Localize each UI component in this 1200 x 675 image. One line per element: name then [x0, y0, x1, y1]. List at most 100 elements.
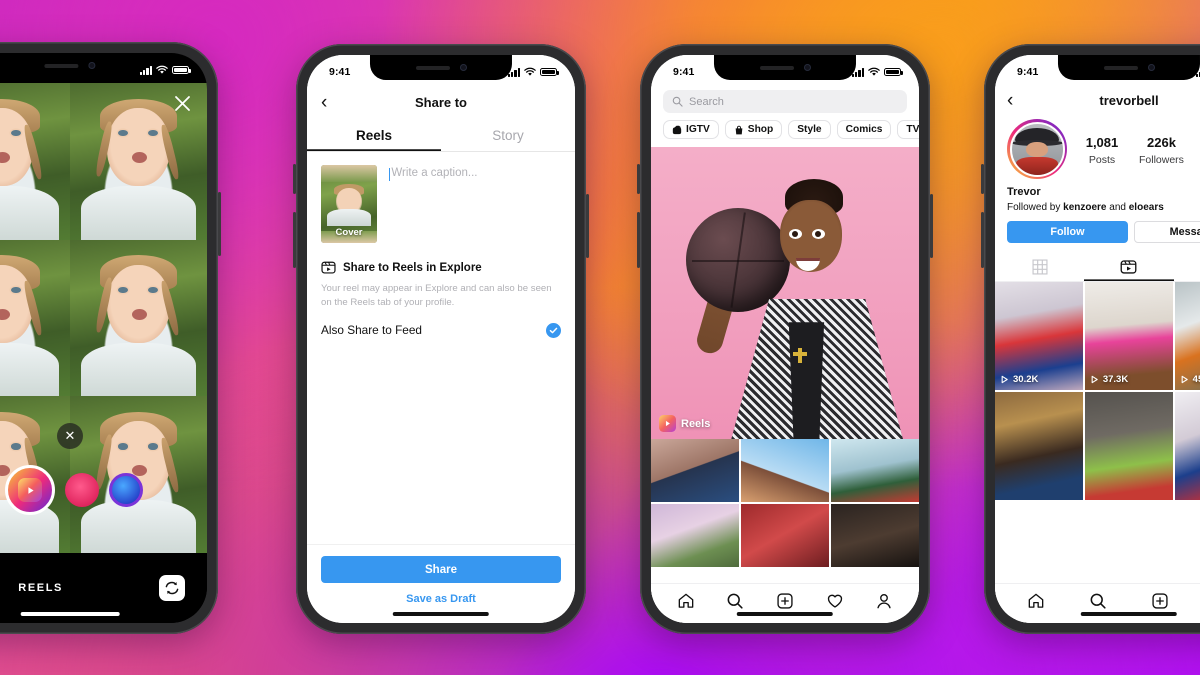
reel-item[interactable] [995, 391, 1084, 500]
category-chips[interactable]: IGTV Shop Style Comics TV [651, 113, 919, 147]
notch [369, 55, 513, 80]
grid-item[interactable] [830, 503, 919, 567]
message-button[interactable]: Message [1133, 221, 1200, 243]
home-indicator [392, 611, 490, 616]
bottom-nav[interactable] [651, 583, 919, 623]
chip-label: IGTV [686, 124, 710, 135]
tab-story[interactable]: Story [441, 119, 575, 151]
battery-icon [884, 67, 903, 77]
text-caret [389, 168, 391, 181]
reels-badge-icon [659, 415, 676, 432]
grid-item[interactable] [740, 439, 830, 502]
flip-camera-button[interactable] [159, 575, 185, 601]
reel-item[interactable]: 37.3K [1084, 282, 1174, 390]
home-indicator [1080, 611, 1178, 616]
camera-viewfinder[interactable]: x Audio Speed Effects Timer ✕ [0, 83, 207, 553]
battery-icon [172, 65, 191, 75]
explore-title: Share to Reels in Explore [343, 261, 482, 274]
stat-posts[interactable]: 1,081 Posts [1081, 135, 1123, 168]
explore-section: Share to Reels in Explore Your reel may … [307, 243, 575, 311]
checkmark-icon[interactable] [546, 322, 561, 338]
avatar[interactable] [1007, 119, 1067, 179]
search-icon [672, 96, 683, 107]
shop-bag-icon [735, 125, 743, 134]
followed-join: and [1106, 202, 1129, 213]
phone-share-to: 9:41 ‹ Share to Reels Story Cover Write … [293, 44, 589, 634]
chip-tv-and-movies[interactable]: TV & Movies [897, 120, 919, 139]
wifi-icon [156, 65, 168, 74]
reels-tag-label: Reels [681, 417, 711, 430]
grid-item[interactable] [651, 503, 740, 567]
tab-grid[interactable] [995, 252, 1084, 281]
grid-item[interactable] [740, 503, 830, 567]
grid-item[interactable] [830, 439, 919, 502]
reels-grid[interactable]: 30.2K 37.3K 45K [995, 282, 1200, 583]
profile-bio: Trevor Followed by kenzoere and eloears [995, 179, 1200, 213]
reel-item[interactable] [1174, 391, 1200, 500]
search-icon[interactable] [726, 592, 744, 610]
caption-input[interactable]: Write a caption... [389, 165, 561, 243]
create-icon[interactable] [1151, 592, 1169, 610]
stat-value: 226k [1147, 135, 1176, 150]
chip-label: Comics [845, 124, 883, 135]
status-time: 9:41 [1017, 66, 1039, 78]
tab-reels[interactable] [1084, 252, 1173, 281]
mode-reels[interactable]: REELS [18, 582, 63, 594]
featured-reel[interactable]: Reels [651, 147, 919, 439]
view-count: 30.2K [1000, 374, 1038, 385]
share-button[interactable]: Share [321, 556, 561, 583]
follow-button[interactable]: Follow [1007, 221, 1128, 243]
search-icon[interactable] [1089, 592, 1107, 610]
explore-grid[interactable] [651, 439, 919, 583]
effect-reels-selected[interactable] [5, 465, 55, 515]
search-placeholder: Search [689, 95, 724, 108]
cover-thumbnail[interactable]: Cover [321, 165, 377, 243]
create-icon[interactable] [776, 592, 794, 610]
effect-carousel[interactable] [0, 465, 207, 515]
play-icon [1091, 375, 1098, 384]
followed-user-1[interactable]: kenzoere [1063, 202, 1106, 213]
phone-explore: 9:41 Search IGTV Shop Style Comics TV Re… [637, 44, 933, 634]
home-icon[interactable] [1027, 592, 1045, 610]
chip-label: Style [797, 124, 822, 135]
play-icon [1181, 375, 1188, 384]
stat-label: Followers [1139, 154, 1184, 166]
reels-tag: Reels [659, 415, 710, 432]
grid-item[interactable] [651, 439, 740, 502]
reels-icon [1121, 260, 1137, 274]
profile-icon[interactable] [875, 592, 893, 610]
back-chevron-icon[interactable]: ‹ [321, 93, 327, 112]
wifi-icon [524, 67, 536, 76]
heart-icon[interactable] [826, 592, 844, 610]
bottom-nav[interactable] [995, 583, 1200, 623]
grid-icon [1032, 258, 1048, 275]
chip-style[interactable]: Style [788, 120, 831, 139]
phone-profile: 9:41 ‹ trevorbell 1,081 Posts 226k Follo… [981, 44, 1200, 634]
reels-outline-icon [321, 261, 336, 274]
stat-followers[interactable]: 226k Followers [1139, 135, 1184, 168]
reel-item[interactable] [1084, 391, 1174, 500]
chip-igtv[interactable]: IGTV [663, 120, 719, 139]
effect-blue[interactable] [109, 473, 143, 507]
also-share-to-feed-row[interactable]: Also Share to Feed [307, 311, 575, 338]
search-input[interactable]: Search [663, 90, 907, 113]
chip-comics[interactable]: Comics [836, 120, 892, 139]
close-icon[interactable] [174, 95, 191, 112]
profile-username: trevorbell [1099, 92, 1159, 108]
home-icon[interactable] [677, 592, 695, 610]
reel-item[interactable]: 45K [1174, 282, 1200, 390]
effect-glitter[interactable] [65, 473, 99, 507]
tab-igtv[interactable] [1174, 252, 1200, 281]
profile-tabs [995, 252, 1200, 282]
phone3-screen: 9:41 Search IGTV Shop Style Comics TV Re… [651, 55, 919, 623]
followed-user-2[interactable]: eloears [1129, 202, 1164, 213]
tab-reels[interactable]: Reels [307, 119, 441, 151]
reel-item[interactable]: 30.2K [995, 282, 1084, 390]
phone1-screen: 9:41 [0, 53, 207, 623]
status-time: 9:41 [673, 66, 695, 78]
phone-reels-camera: 9:41 [0, 42, 221, 634]
clear-effect-button[interactable]: ✕ [57, 423, 83, 449]
chip-shop[interactable]: Shop [724, 120, 783, 139]
notch [1057, 55, 1200, 80]
followed-by: Followed by kenzoere and eloears [1007, 202, 1200, 213]
